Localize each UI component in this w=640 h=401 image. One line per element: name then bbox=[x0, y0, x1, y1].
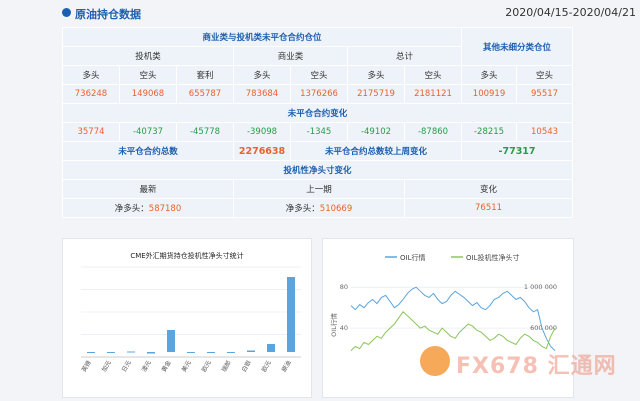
date-range: 2020/04/15-2020/04/21 bbox=[505, 6, 636, 19]
position-value: 95517 bbox=[516, 84, 574, 104]
net-latest-value: 587180 bbox=[148, 204, 182, 214]
bar bbox=[227, 352, 235, 353]
watermark: FX678 汇通网 bbox=[420, 340, 620, 390]
change-value: -40737 bbox=[119, 122, 177, 142]
page-header: 原油持仓数据 2020/04/15-2020/04/21 bbox=[58, 0, 640, 26]
net-latest-cell: 净多头：587180 bbox=[62, 198, 234, 218]
x-tick-label: 原油 bbox=[280, 359, 293, 373]
watermark-text: FX678 汇通网 bbox=[456, 354, 617, 379]
positions-table: 商业类与投机类未平仓合约仓位 其他未细分类仓位 投机类 商业类 总计 多头 空头… bbox=[61, 27, 574, 218]
col-change: 变化 bbox=[403, 179, 574, 199]
bar bbox=[87, 352, 95, 353]
bar bbox=[147, 352, 155, 354]
position-value: 655787 bbox=[176, 84, 234, 104]
bar bbox=[167, 330, 175, 352]
bar bbox=[107, 352, 115, 353]
section-title-net-change: 投机性净头寸变化 bbox=[61, 160, 574, 180]
section-title-oi-change: 未平仓合约变化 bbox=[61, 103, 574, 123]
position-value: 149068 bbox=[119, 84, 177, 104]
column-header: 多头 bbox=[347, 65, 405, 85]
other-positions-title: 其他未细分类仓位 bbox=[461, 27, 574, 66]
net-position-bar-panel: CME外汇期货持仓投机性净头寸统计 英镑 加元 日元 澳元 黄金 美元 欧元 瑞郎 白银 欧元 原油 bbox=[62, 238, 312, 398]
x-tick-label: 英镑 bbox=[80, 359, 93, 373]
total-oi-value: 2276638 bbox=[233, 141, 291, 161]
left-tick-label: 40 bbox=[340, 324, 348, 332]
position-value: 100919 bbox=[461, 84, 518, 104]
net-long-label: 净多头： bbox=[114, 204, 149, 214]
bar bbox=[187, 352, 195, 353]
right-tick-label: 1 000 000 bbox=[524, 283, 557, 291]
column-header: 空头 bbox=[403, 65, 463, 85]
group-speculative: 投机类 bbox=[62, 46, 234, 66]
globe-icon bbox=[62, 8, 71, 17]
change-value: -1345 bbox=[290, 122, 348, 142]
change-value: -49102 bbox=[347, 122, 405, 142]
left-tick-label: 80 bbox=[340, 283, 348, 291]
position-value: 736248 bbox=[62, 84, 120, 104]
group-total: 总计 bbox=[346, 46, 463, 66]
position-value: 2175719 bbox=[347, 84, 405, 104]
column-header: 多头 bbox=[62, 65, 120, 85]
change-value: 10543 bbox=[516, 122, 574, 142]
x-tick-label: 澳元 bbox=[140, 359, 153, 373]
fx678-logo-icon bbox=[420, 346, 450, 376]
legend-label: OIL行情 bbox=[400, 253, 425, 262]
y-axis-label: OIL行情 bbox=[329, 313, 338, 337]
x-tick-label: 欧元 bbox=[200, 359, 213, 373]
col-previous: 上一期 bbox=[233, 179, 405, 199]
position-value: 1376266 bbox=[290, 84, 348, 104]
bar bbox=[127, 351, 135, 353]
x-tick-label: 美元 bbox=[180, 359, 193, 373]
bar bbox=[287, 277, 295, 352]
total-oi-change-label: 未平仓合约总数较上周变化 bbox=[289, 141, 463, 161]
change-value: -45778 bbox=[176, 122, 234, 142]
total-oi-label: 未平仓合约总数 bbox=[62, 141, 234, 161]
x-tick-label: 黄金 bbox=[160, 359, 173, 373]
legend-label: OIL投机性净头寸 bbox=[466, 253, 519, 262]
page-title: 原油持仓数据 bbox=[75, 8, 141, 21]
x-tick-label: 加元 bbox=[100, 359, 113, 373]
position-value: 783684 bbox=[233, 84, 291, 104]
change-value: -39098 bbox=[233, 122, 291, 142]
col-latest: 最新 bbox=[62, 179, 234, 199]
change-value: -87860 bbox=[403, 122, 463, 142]
net-position-bar-chart: 英镑 加元 日元 澳元 黄金 美元 欧元 瑞郎 白银 欧元 原油 bbox=[80, 266, 301, 374]
bar bbox=[247, 350, 255, 352]
x-tick-label: 白银 bbox=[240, 359, 253, 373]
change-value: -28215 bbox=[461, 122, 518, 142]
net-prev-value: 510669 bbox=[319, 204, 353, 214]
column-header: 空头 bbox=[516, 65, 574, 85]
column-header: 套利 bbox=[176, 65, 234, 85]
bar bbox=[267, 344, 275, 352]
column-header: 多头 bbox=[233, 65, 291, 85]
bar bbox=[207, 352, 215, 353]
x-tick-label: 日元 bbox=[121, 360, 133, 374]
change-value: 35774 bbox=[62, 122, 120, 142]
net-long-label: 净多头： bbox=[285, 204, 320, 214]
x-tick-label: 欧元 bbox=[260, 359, 273, 373]
group-commercial: 商业类 bbox=[233, 46, 348, 66]
x-tick-label: 瑞郎 bbox=[220, 359, 233, 373]
net-prev-cell: 净多头：510669 bbox=[233, 198, 405, 218]
net-change-value: 76511 bbox=[403, 198, 574, 218]
column-header: 多头 bbox=[461, 65, 518, 85]
section-title-positions: 商业类与投机类未平仓合约仓位 bbox=[61, 27, 463, 47]
column-header: 空头 bbox=[119, 65, 177, 85]
position-value: 2181121 bbox=[403, 84, 463, 104]
column-header: 空头 bbox=[290, 65, 348, 85]
total-oi-change-value: -77317 bbox=[461, 141, 574, 161]
bar-chart-title: CME外汇期货持仓投机性净头寸统计 bbox=[130, 252, 244, 260]
